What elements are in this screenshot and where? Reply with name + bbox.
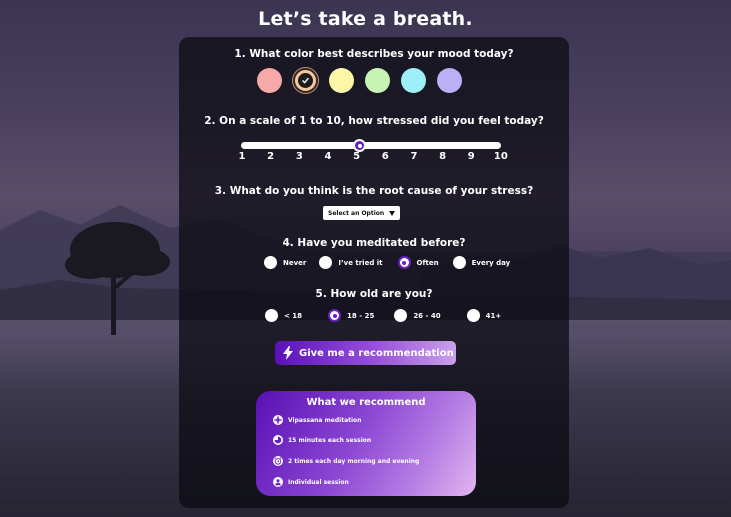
recommendation-title: What we recommend [306,397,426,408]
slider-tick-label: 8 [439,151,447,162]
slider-tick-label: 6 [381,151,389,162]
slider-tick-label: 7 [410,151,418,162]
age-option-label: 26 - 40 [413,311,441,320]
mood-color-option[interactable] [365,68,390,93]
mood-color-option[interactable] [401,68,426,93]
person-icon [273,477,283,487]
question-4-label: 4. Have you meditated before? [282,237,466,249]
recommendation-panel: What we recommend Vipassana meditation 15… [256,391,476,496]
slider-tick-label: 5 [353,151,361,162]
recommendation-button[interactable]: Give me a recommendation [275,341,456,365]
question-2-label: 2. On a scale of 1 to 10, how stressed d… [204,115,544,127]
age-option-label: 41+ [485,311,502,320]
mood-color-option[interactable] [437,68,462,93]
stress-cause-select[interactable]: Select an Option [323,206,400,220]
lotus-icon [273,415,283,425]
recommendation-item: 2 times each day morning and evening [273,456,419,466]
recommendation-item-text: Individual session [288,478,349,486]
recommendation-item-text: 2 times each day morning and evening [288,457,420,465]
age-option-label: 18 - 25 [347,311,375,320]
meditation-option[interactable]: Every day [452,256,511,269]
mood-color-option[interactable] [329,68,354,93]
radio-button[interactable] [394,309,408,322]
caret-down-icon [389,210,395,216]
radio-button[interactable] [264,256,277,269]
recommendation-item: Individual session [273,477,349,487]
meditation-option[interactable]: Often [397,256,439,269]
age-option[interactable]: < 18 [265,309,302,322]
meditation-option-label: Often [416,258,439,267]
checkmark-icon [298,73,313,88]
alarm-clock-icon [273,456,283,466]
slider-tick-label: 4 [324,151,332,162]
recommendation-item: Vipassana meditation [273,415,361,425]
page-title: Let’s take a breath. [258,8,473,30]
recommendation-item-text: Vipassana meditation [288,416,362,424]
stress-slider-ticks: 1 2 3 4 5 6 7 8 9 10 [236,151,508,162]
meditation-option-label: Never [283,258,307,267]
slider-tick-label: 3 [295,151,303,162]
mood-color-option[interactable] [257,68,282,93]
age-option[interactable]: 18 - 25 [328,309,374,322]
meditation-options: Never I’ve tried it Often Every day [264,256,510,269]
meditation-option-label: Every day [471,258,511,267]
mood-color-picker [257,68,462,93]
meditation-option[interactable]: I’ve tried it [319,256,383,269]
radio-button[interactable] [265,309,278,322]
recommendation-button-label: Give me a recommendation [299,347,454,359]
age-option-label: < 18 [284,311,303,320]
age-option[interactable]: 41+ [466,309,502,322]
lightning-icon [283,346,293,360]
slider-tick-label: 2 [267,151,275,162]
question-5-label: 5. How old are you? [315,288,433,300]
radio-button[interactable] [466,309,480,322]
meditation-option-label: I’ve tried it [338,258,383,267]
radio-button[interactable] [452,256,466,269]
radio-button[interactable] [319,256,333,269]
radio-button[interactable] [328,309,342,322]
clock-pie-icon [273,435,283,445]
select-value: Select an Option [328,209,385,217]
age-option[interactable]: 26 - 40 [394,309,441,322]
slider-tick-label: 10 [493,151,508,162]
recommendation-item-text: 15 minutes each session [288,436,372,444]
slider-tick-label: 1 [238,151,246,162]
survey-card: 1. What color best describes your mood t… [179,37,569,508]
radio-button[interactable] [397,256,411,269]
recommendation-item: 15 minutes each session [273,435,371,445]
tree-silhouette [65,222,170,335]
mood-color-option[interactable] [293,68,318,93]
slider-tick-label: 9 [467,151,475,162]
age-options: < 18 18 - 25 26 - 40 41+ [265,309,501,322]
question-1-label: 1. What color best describes your mood t… [234,48,514,60]
meditation-option[interactable]: Never [264,256,306,269]
stress-slider[interactable] [241,139,501,152]
question-3-label: 3. What do you think is the root cause o… [214,185,534,197]
